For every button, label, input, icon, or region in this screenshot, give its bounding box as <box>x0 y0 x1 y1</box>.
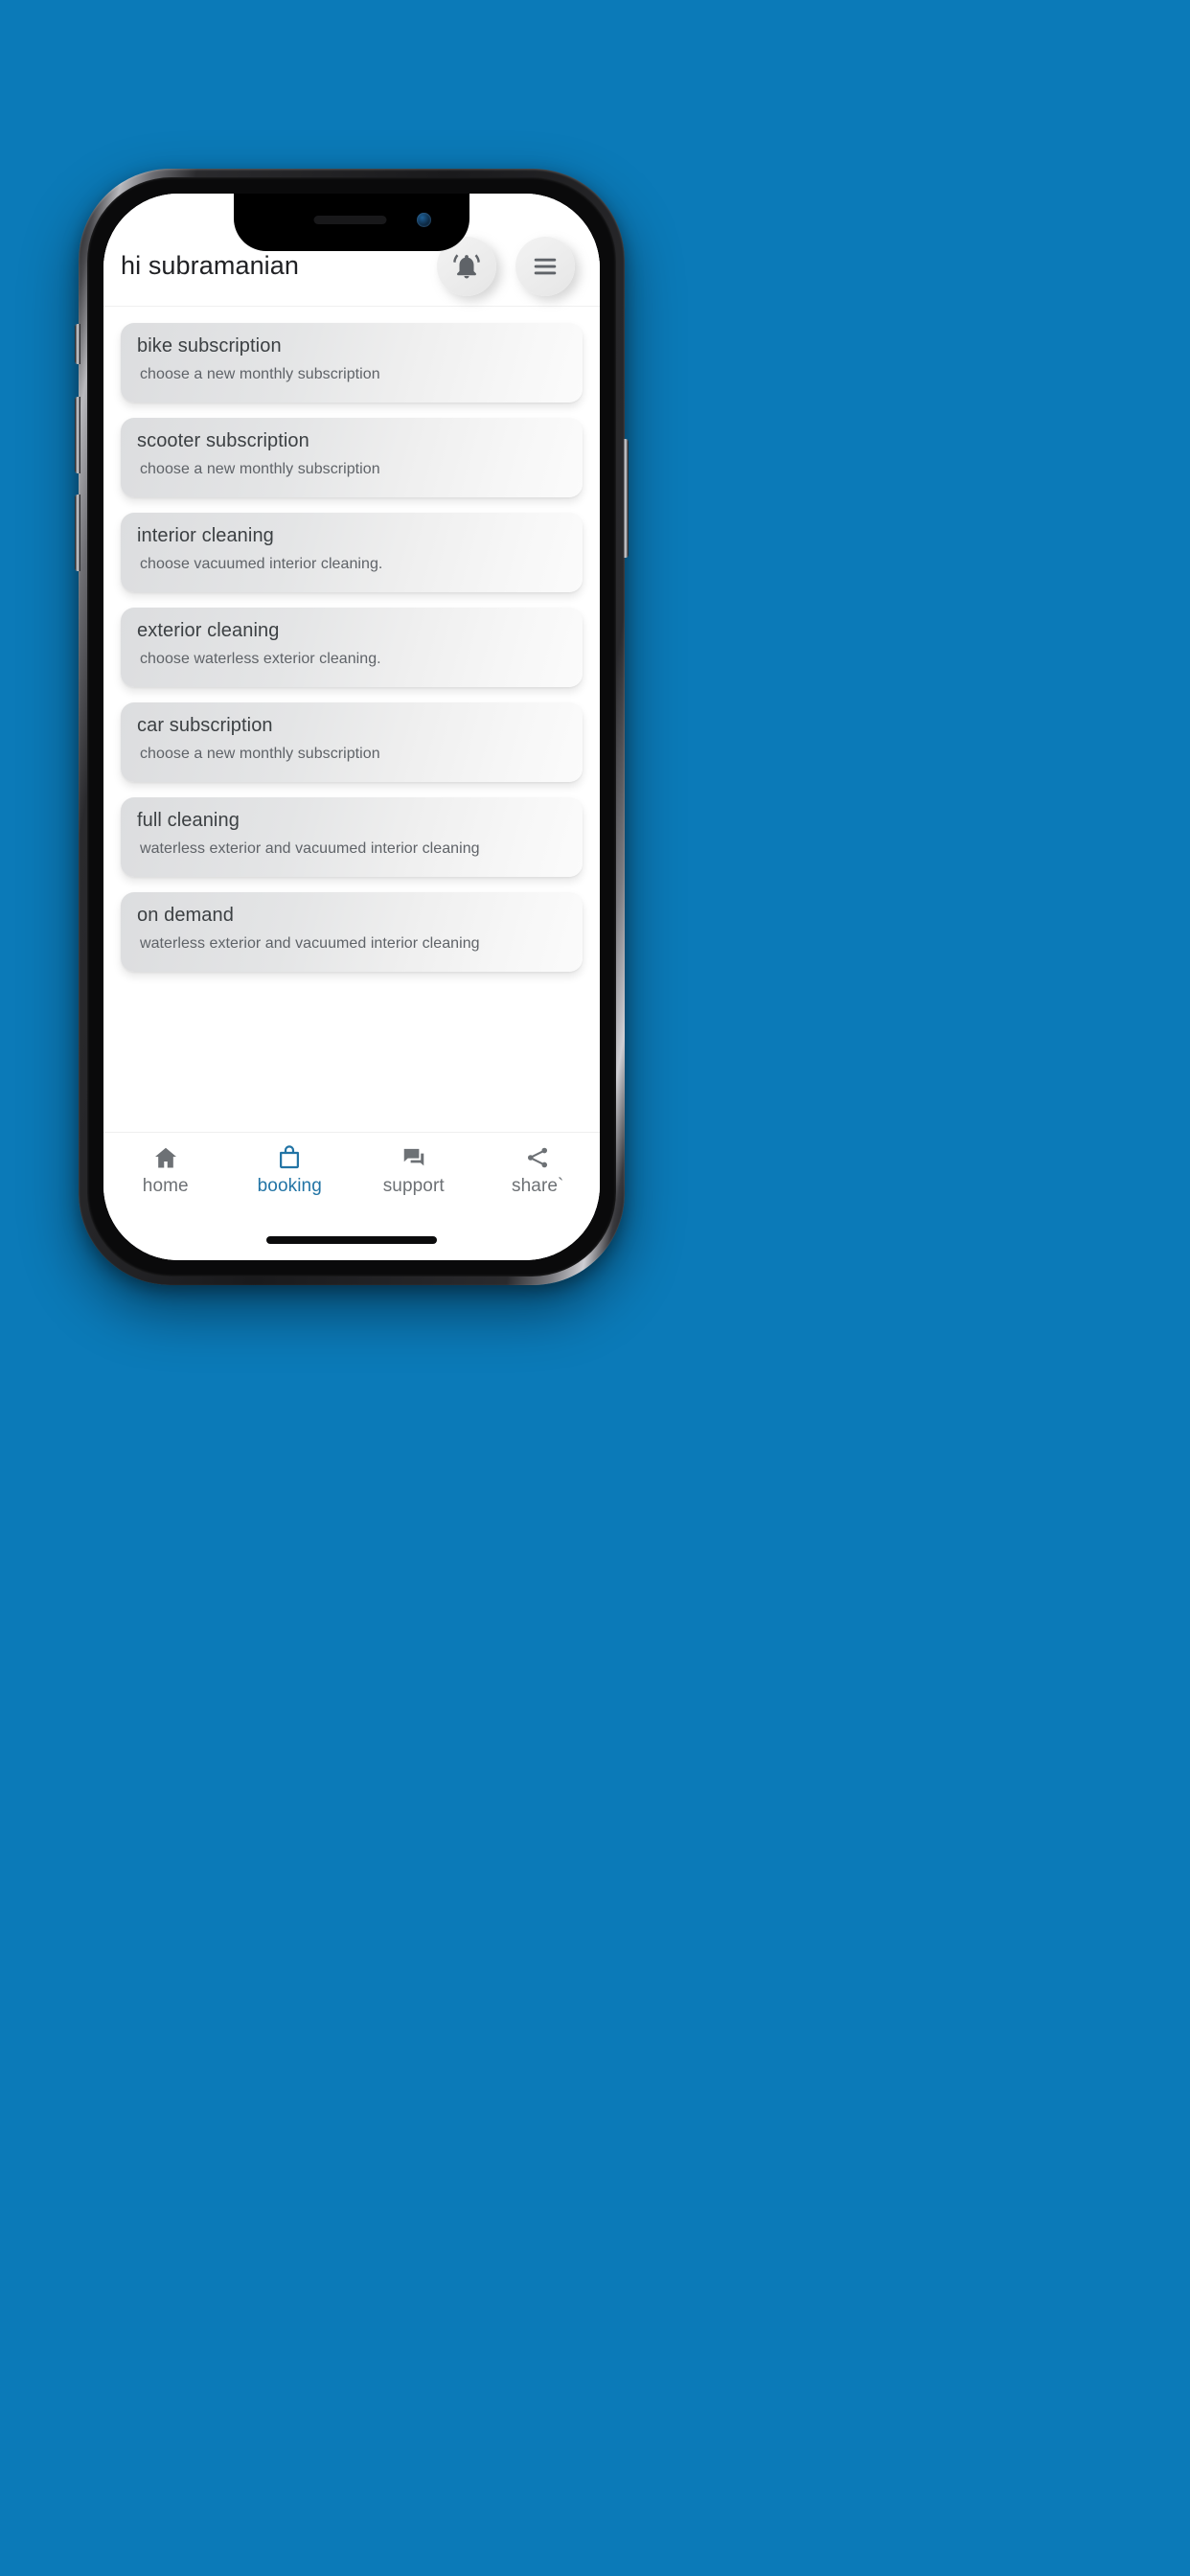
card-title: car subscription <box>137 715 273 736</box>
bottom-navigation-bar: home booking support share` <box>103 1132 600 1220</box>
app-root: hi subramanian bike subscription choose … <box>103 194 600 1260</box>
home-indicator[interactable] <box>266 1236 437 1244</box>
card-title: bike subscription <box>137 335 282 356</box>
home-indicator-area <box>103 1220 600 1260</box>
nav-item-home[interactable]: home <box>103 1144 228 1197</box>
service-card-on-demand[interactable]: on demand waterless exterior and vacuume… <box>121 892 583 972</box>
silence-switch-button[interactable] <box>75 324 80 364</box>
speaker-grille-icon <box>313 216 387 224</box>
card-subtitle: waterless exterior and vacuumed interior… <box>140 935 480 952</box>
volume-down-button[interactable] <box>75 494 80 571</box>
service-card-exterior-cleaning[interactable]: exterior cleaning choose waterless exter… <box>121 608 583 687</box>
header-actions <box>437 236 575 296</box>
home-icon <box>152 1144 179 1171</box>
card-subtitle: choose a new monthly subscription <box>140 746 380 762</box>
service-card-full-cleaning[interactable]: full cleaning waterless exterior and vac… <box>121 797 583 877</box>
phone-screen: hi subramanian bike subscription choose … <box>103 194 600 1260</box>
nav-item-booking[interactable]: booking <box>228 1144 353 1197</box>
card-subtitle: choose a new monthly subscription <box>140 461 380 477</box>
service-card-car-subscription[interactable]: car subscription choose a new monthly su… <box>121 702 583 782</box>
card-title: full cleaning <box>137 810 240 831</box>
card-subtitle: choose vacuumed interior cleaning. <box>140 556 383 572</box>
service-card-interior-cleaning[interactable]: interior cleaning choose vacuumed interi… <box>121 513 583 592</box>
nav-label: booking <box>257 1176 322 1196</box>
card-title: interior cleaning <box>137 525 274 546</box>
phone-inner-bezel: hi subramanian bike subscription choose … <box>87 177 616 1276</box>
forum-chat-icon <box>400 1144 427 1171</box>
nav-label: home <box>142 1176 189 1196</box>
phone-mockup: hi subramanian bike subscription choose … <box>75 169 629 1285</box>
nav-item-support[interactable]: support <box>352 1144 476 1197</box>
card-title: scooter subscription <box>137 430 309 451</box>
volume-up-button[interactable] <box>75 397 80 473</box>
service-card-scooter-subscription[interactable]: scooter subscription choose a new monthl… <box>121 418 583 497</box>
service-card-list[interactable]: bike subscription choose a new monthly s… <box>103 307 600 1132</box>
notifications-active-bell-icon <box>452 252 481 281</box>
service-card-bike-subscription[interactable]: bike subscription choose a new monthly s… <box>121 323 583 402</box>
front-camera-icon <box>417 213 431 227</box>
card-title: on demand <box>137 905 234 926</box>
shopping-bag-icon <box>276 1144 303 1171</box>
card-subtitle: choose a new monthly subscription <box>140 366 380 382</box>
phone-notch <box>234 194 469 251</box>
card-subtitle: waterless exterior and vacuumed interior… <box>140 840 480 857</box>
nav-label: support <box>382 1176 445 1196</box>
card-title: exterior cleaning <box>137 620 280 641</box>
card-subtitle: choose waterless exterior cleaning. <box>140 651 381 667</box>
share-nodes-icon <box>524 1144 551 1171</box>
power-button[interactable] <box>623 439 629 558</box>
hamburger-menu-icon <box>531 252 560 281</box>
menu-button[interactable] <box>515 236 575 296</box>
nav-label: share` <box>512 1176 564 1196</box>
nav-item-share[interactable]: share` <box>476 1144 601 1197</box>
greeting-text: hi subramanian <box>121 251 300 280</box>
